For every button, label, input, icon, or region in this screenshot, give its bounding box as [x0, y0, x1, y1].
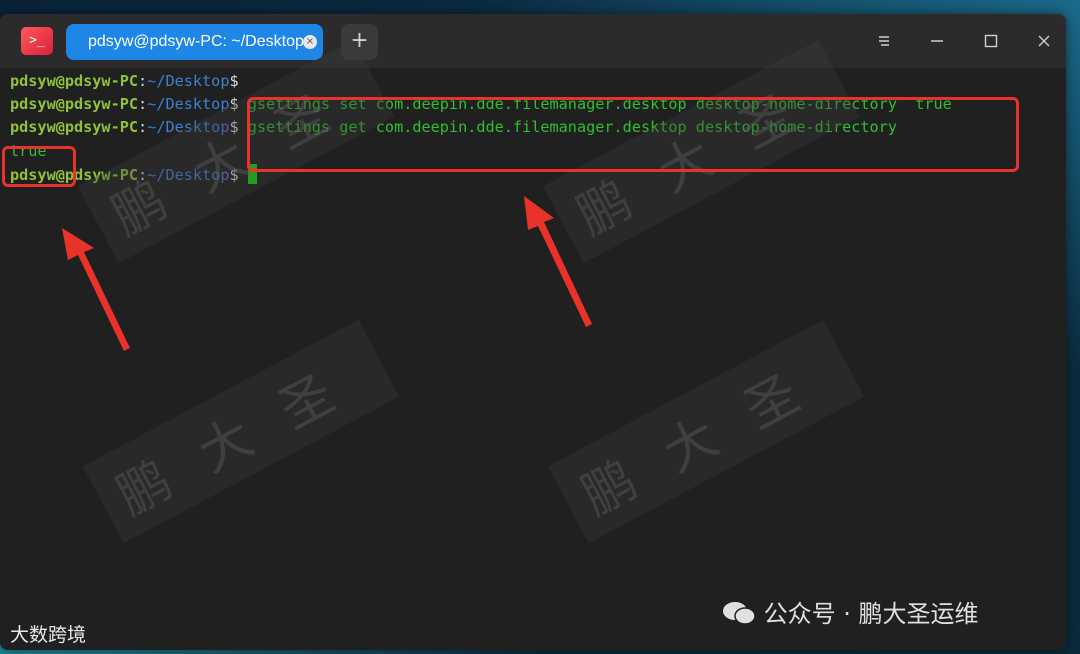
wechat-account-name: 公众号 · 鹏大圣运维 [763, 600, 979, 628]
maximize-icon[interactable] [976, 26, 1006, 56]
tab-title: pdsyw@pdsyw-PC: ~/Desktop [88, 33, 304, 50]
menu-icon[interactable] [869, 26, 899, 56]
prompt-path: ~/Desktop [147, 95, 230, 113]
terminal-area[interactable]: pdsyw@pdsyw-PC:~/Desktop$ pdsyw@pdsyw-PC… [0, 39, 1066, 650]
title-bar: >_ pdsyw@pdsyw-PC: ~/Desktop × + [0, 14, 1066, 68]
tab-close-icon[interactable]: × [303, 35, 317, 49]
output-highlight-box [2, 146, 76, 187]
terminal-line: pdsyw@pdsyw-PC:~/Desktop$ [10, 70, 239, 93]
prompt-separator: : [138, 72, 148, 90]
minimize-icon[interactable] [922, 26, 952, 56]
prompt-dollar: $ [229, 72, 239, 90]
wechat-icon [722, 600, 756, 626]
watermark-text: 鹏大圣 [572, 345, 845, 528]
watermark-text: 鹏大圣 [107, 345, 380, 528]
prompt-separator: : [138, 95, 148, 113]
wechat-official-account-label: 公众号 · 鹏大圣运维 [722, 594, 979, 629]
terminal-window: >_ pdsyw@pdsyw-PC: ~/Desktop × + pdsyw@p… [0, 14, 1066, 650]
prompt-user: pdsyw@pdsyw-PC [10, 72, 139, 90]
prompt-user: pdsyw@pdsyw-PC [10, 118, 139, 136]
close-icon[interactable] [1029, 26, 1059, 56]
command-highlight-box [247, 97, 1019, 172]
terminal-app-icon[interactable]: >_ [21, 27, 53, 55]
prompt-user: pdsyw@pdsyw-PC [10, 95, 139, 113]
brand-logo-text: 大数跨境 [10, 624, 87, 646]
arrow-icon [62, 228, 130, 351]
arrow-icon [524, 196, 592, 327]
tab-active-terminal[interactable]: pdsyw@pdsyw-PC: ~/Desktop × [66, 24, 323, 60]
prompt-separator: : [138, 118, 148, 136]
prompt-path: ~/Desktop [147, 72, 230, 90]
watermark: 鹏大圣 [547, 319, 865, 544]
